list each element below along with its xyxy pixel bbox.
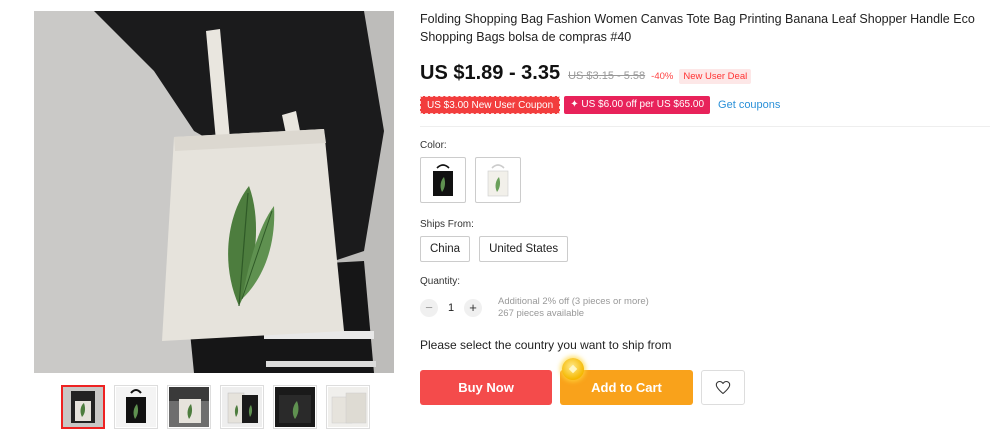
new-user-coupon[interactable]: US $3.00 New User Coupon [420,96,561,114]
buy-now-button[interactable]: Buy Now [420,370,552,405]
heart-icon [715,380,731,395]
bulk-discount-note: Additional 2% off (3 pieces or more) [498,296,649,307]
main-product-image[interactable] [34,11,394,373]
quantity-label: Quantity: [420,276,461,287]
thumbnail-strip [61,385,370,429]
quantity-value[interactable]: 1 [438,302,464,314]
color-option-black[interactable] [420,157,466,203]
store-coupon[interactable]: ✦ US $6.00 off per US $65.00 [564,96,711,114]
get-coupons-link[interactable]: Get coupons [718,99,780,111]
wishlist-button[interactable] [701,370,745,405]
ship-country-prompt: Please select the country you want to sh… [420,338,672,352]
coin-icon [562,358,584,380]
color-label: Color: [420,140,447,151]
thumbnail-1[interactable] [61,385,105,429]
coupon-row: US $3.00 New User Coupon ✦ US $6.00 off … [420,96,780,114]
thumbnail-3[interactable] [167,385,211,429]
quantity-increase-button[interactable]: + [464,299,482,317]
quantity-decrease-button[interactable]: − [420,299,438,317]
ships-from-options: China United States [420,236,569,262]
ship-from-united-states[interactable]: United States [479,236,569,262]
price-row: US $1.89 - 3.35 US $3.15 - 5.58 -40% New… [420,62,752,85]
thumbnail-5[interactable] [273,385,317,429]
original-price: US $3.15 - 5.58 [568,70,646,82]
product-title: Folding Shopping Bag Fashion Women Canva… [420,12,975,44]
thumbnail-4[interactable] [220,385,264,429]
divider [420,126,990,127]
stock-available: 267 pieces available [498,308,585,319]
quantity-stepper: − 1 + Additional 2% off (3 pieces or mor… [420,296,649,320]
thumbnail-6[interactable] [326,385,370,429]
discount-percent: -40% [651,71,674,82]
thumbnail-2[interactable] [114,385,158,429]
ship-from-china[interactable]: China [420,236,471,262]
quantity-note: Additional 2% off (3 pieces or more) 267… [498,296,649,320]
color-option-white[interactable] [475,157,521,203]
price-range: US $1.89 - 3.35 [420,62,561,84]
new-user-deal-badge: New User Deal [679,69,752,84]
ships-from-label: Ships From: [420,219,474,230]
color-swatches [420,157,521,203]
